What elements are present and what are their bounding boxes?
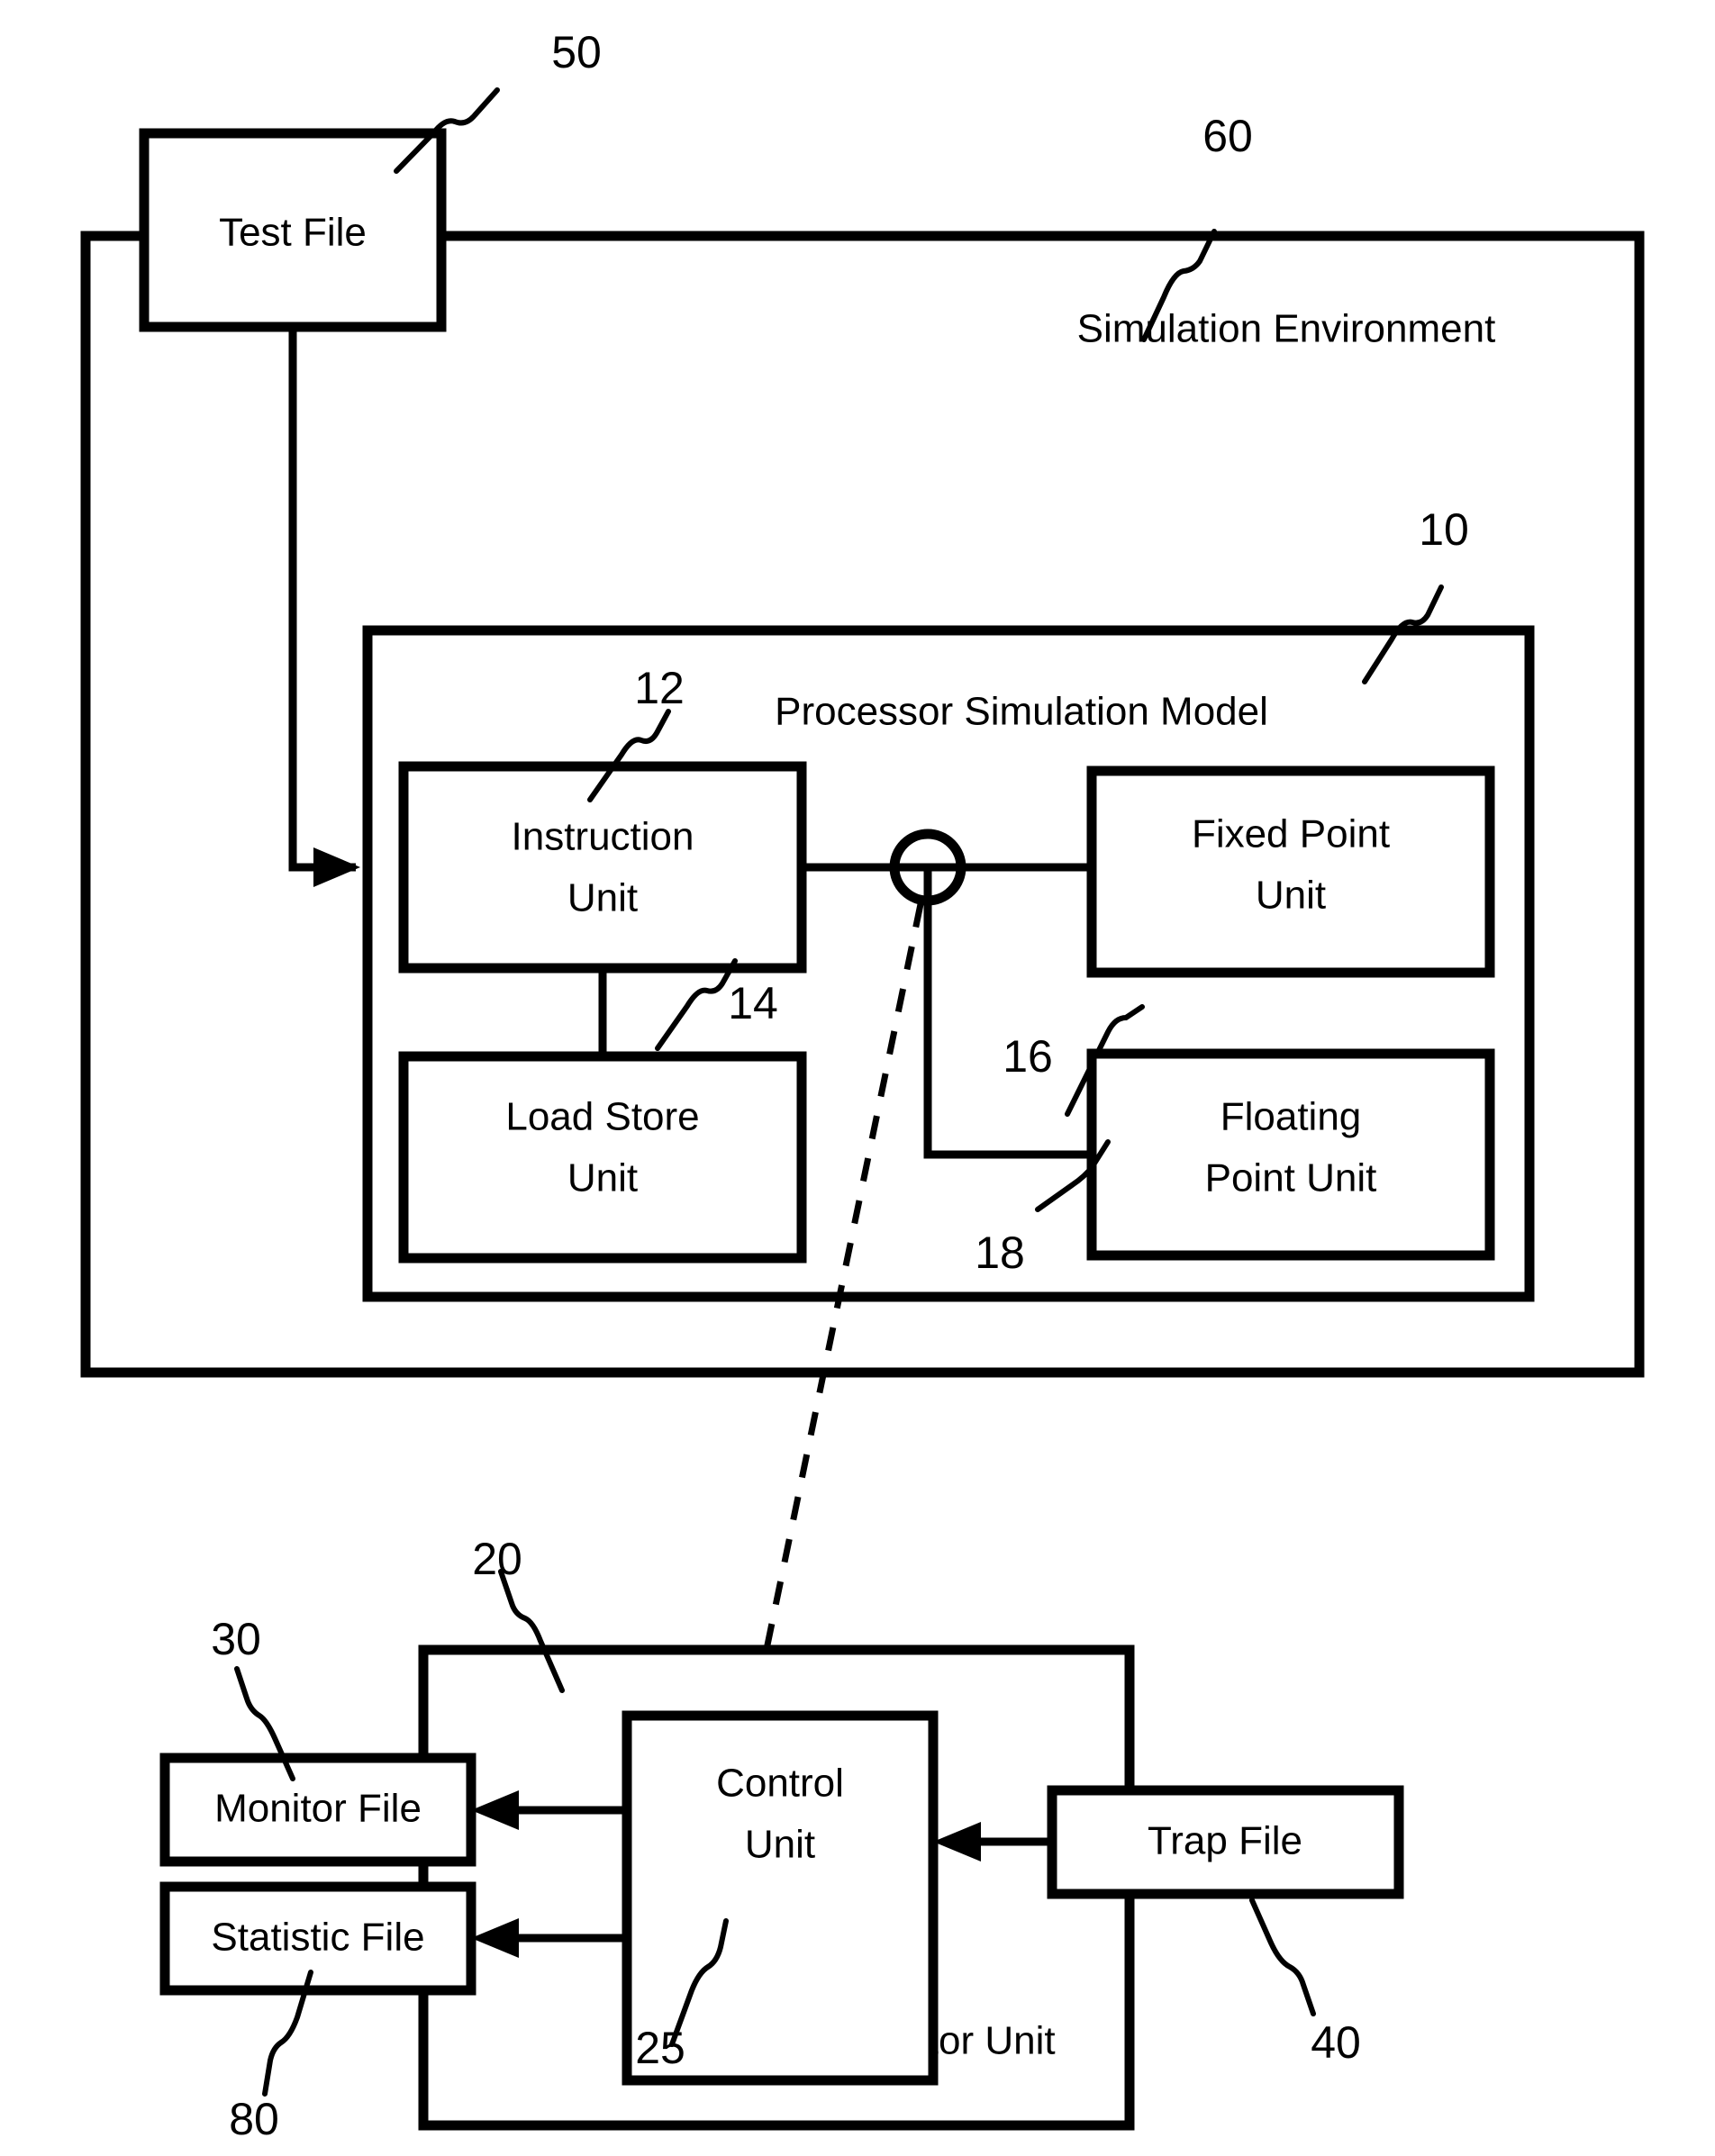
fixed-point-unit-box[interactable] <box>1086 765 1495 978</box>
fixed-point-unit-label-line2: Unit <box>1256 874 1326 918</box>
ref-number-30: 30 <box>211 1614 261 1664</box>
ref-leader-40 <box>1249 1898 1316 2016</box>
control-unit-label-line2: Unit <box>745 1823 815 1867</box>
floating-point-unit-box[interactable] <box>1086 1048 1495 1261</box>
statistic-file-label: Statistic File <box>211 1916 424 1960</box>
fixed-point-unit-label-line1: Fixed Point <box>1192 812 1390 856</box>
figure-canvas: 60 Simulation Environment Test File 50 1… <box>0 0 1715 2156</box>
simulation-environment-label: Simulation Environment <box>1077 307 1496 351</box>
trap-file-label: Trap File <box>1148 1819 1302 1863</box>
monitor-file-label: Monitor File <box>214 1787 422 1831</box>
processor-simulation-model-label: Processor Simulation Model <box>775 690 1268 734</box>
instruction-unit-box[interactable] <box>398 761 807 974</box>
floating-point-unit-label-line2: Point Unit <box>1205 1156 1377 1200</box>
ref-number-16: 16 <box>1003 1031 1053 1082</box>
floating-point-unit-label-line1: Floating <box>1220 1095 1362 1139</box>
ref-number-10: 10 <box>1419 504 1469 555</box>
ref-number-80: 80 <box>229 2094 279 2144</box>
load-store-unit-label-line1: Load Store <box>505 1095 699 1139</box>
load-store-unit-label-line2: Unit <box>567 1156 638 1200</box>
ref-number-14: 14 <box>728 978 778 1028</box>
control-unit-label-line1: Control <box>716 1762 844 1806</box>
ref-number-60: 60 <box>1202 111 1253 161</box>
test-file-label: Test File <box>219 211 367 255</box>
ref-number-20: 20 <box>472 1534 522 1584</box>
ref-number-18: 18 <box>975 1227 1025 1278</box>
ref-number-25: 25 <box>635 2023 685 2073</box>
instruction-unit-label-line2: Unit <box>567 876 638 920</box>
ref-number-50: 50 <box>551 27 602 77</box>
ref-number-12: 12 <box>634 663 685 713</box>
ref-number-40: 40 <box>1311 2017 1361 2068</box>
block-diagram-svg: 60 Simulation Environment Test File 50 1… <box>80 27 1645 2144</box>
instruction-unit-label-line1: Instruction <box>512 815 694 859</box>
